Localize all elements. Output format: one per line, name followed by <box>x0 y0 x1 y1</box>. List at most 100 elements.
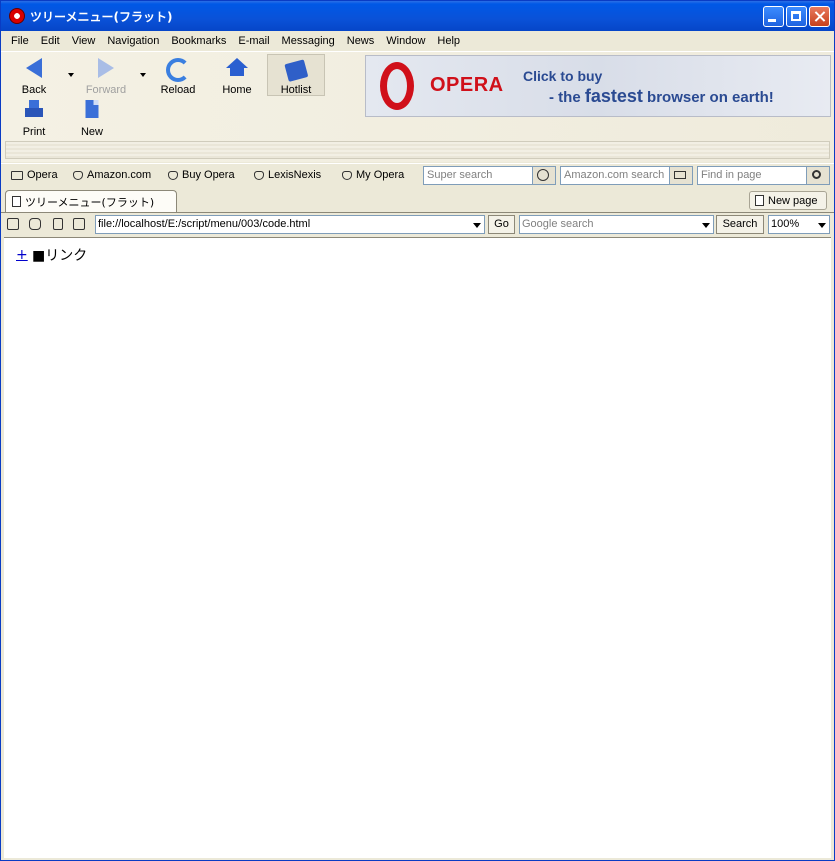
page-info-icon[interactable] <box>53 218 63 230</box>
back-label: Back <box>21 84 47 96</box>
menu-file[interactable]: File <box>1 35 35 47</box>
personal-bar-label: Opera <box>27 169 58 181</box>
bookmark-heart-icon <box>254 170 264 180</box>
reload-label: Reload <box>160 84 196 96</box>
google-search-placeholder: Google search <box>522 218 594 230</box>
url-input[interactable]: file://localhost/E:/script/menu/003/code… <box>95 215 485 234</box>
super-search-button[interactable] <box>532 167 555 184</box>
search-engine-dropdown[interactable] <box>698 216 713 233</box>
home-icon <box>226 58 248 76</box>
personal-bar-label: Amazon.com <box>87 169 152 181</box>
menu-view[interactable]: View <box>66 35 102 47</box>
home-button[interactable]: Home <box>212 54 262 96</box>
super-search-input[interactable]: Super search <box>423 166 556 185</box>
opera-app-icon <box>9 8 25 24</box>
maximize-button[interactable] <box>786 6 807 27</box>
menu-help[interactable]: Help <box>431 35 466 47</box>
new-page-icon <box>755 195 764 206</box>
toolbar-spacer-strip <box>5 141 830 159</box>
url-text: file://localhost/E:/script/menu/003/code… <box>98 218 311 230</box>
google-search-input[interactable]: Google search <box>519 215 714 234</box>
window-title: ツリーメニュー(フラット) <box>30 9 173 24</box>
amazon-search-placeholder: Amazon.com search <box>564 169 665 181</box>
new-button[interactable]: New <box>67 96 117 138</box>
reload-button[interactable]: Reload <box>153 54 203 96</box>
bookmark-heart-icon <box>168 170 178 180</box>
menu-navigation[interactable]: Navigation <box>101 35 165 47</box>
forward-label: Forward <box>85 84 127 96</box>
personal-bar-label: LexisNexis <box>268 169 322 181</box>
personal-bar-item-lexisnexis[interactable]: LexisNexis <box>254 169 321 181</box>
menu-bookmarks[interactable]: Bookmarks <box>165 35 232 47</box>
hotlist-icon <box>284 59 309 82</box>
bookmark-heart-icon <box>342 170 352 180</box>
back-history-dropdown-icon[interactable] <box>68 73 74 77</box>
search-button[interactable]: Search <box>716 215 764 234</box>
back-button[interactable]: Back <box>9 54 59 96</box>
browser-window: ツリーメニュー(フラット) File Edit View Navigation … <box>0 0 835 861</box>
banner-line2-post: browser on earth! <box>642 89 774 106</box>
banner-line2-bold: fastest <box>584 86 643 106</box>
banner-brand: OPERA <box>430 74 504 96</box>
personal-bar-label: My Opera <box>356 169 405 181</box>
personal-bar-item-my-opera[interactable]: My Opera <box>342 169 404 181</box>
home-label: Home <box>222 84 252 96</box>
menu-news[interactable]: News <box>341 35 381 47</box>
page-icon <box>12 196 21 207</box>
tree-item-label: ■リンク <box>32 248 88 264</box>
new-page-button[interactable]: New page <box>749 191 827 210</box>
zoom-select[interactable]: 100% <box>768 215 830 234</box>
security-lock-icon[interactable] <box>7 218 19 230</box>
shopping-cart-icon <box>674 171 686 179</box>
tree-expand-toggle[interactable]: + <box>16 247 32 263</box>
menu-window[interactable]: Window <box>380 35 431 47</box>
personal-bar: Opera Amazon.com Buy Opera LexisNexis My… <box>1 163 834 189</box>
back-arrow-icon <box>26 58 42 78</box>
address-bar: file://localhost/E:/script/menu/003/code… <box>1 212 834 237</box>
forward-history-dropdown-icon[interactable] <box>140 73 146 77</box>
title-bar: ツリーメニュー(フラット) <box>1 1 834 31</box>
bookmark-heart-icon <box>73 170 83 180</box>
personal-bar-item-opera[interactable]: Opera <box>11 169 58 181</box>
print-icon <box>25 100 43 118</box>
find-in-page-button[interactable] <box>806 167 829 184</box>
print-button[interactable]: Print <box>9 96 59 138</box>
close-button[interactable] <box>809 6 830 27</box>
tab-active-page[interactable]: ツリーメニュー(フラット) <box>5 190 177 212</box>
print-small-icon[interactable] <box>73 218 85 230</box>
opera-logo-icon <box>380 62 414 110</box>
folder-icon <box>11 170 23 180</box>
personal-bar-item-amazon[interactable]: Amazon.com <box>73 169 151 181</box>
amazon-search-input[interactable]: Amazon.com search <box>560 166 693 185</box>
minimize-button[interactable] <box>763 6 784 27</box>
forward-arrow-icon <box>98 58 114 78</box>
tab-bar: ツリーメニュー(フラット) New page <box>1 188 834 212</box>
menu-messaging[interactable]: Messaging <box>276 35 341 47</box>
new-label: New <box>80 126 103 138</box>
personal-bar-label: Buy Opera <box>182 169 235 181</box>
new-page-icon <box>85 100 99 118</box>
opera-ad-banner[interactable]: OPERA Click to buy - the fastest browser… <box>365 55 831 117</box>
find-in-page-placeholder: Find in page <box>701 169 762 181</box>
menu-email[interactable]: E-mail <box>232 35 275 47</box>
super-search-icon <box>537 169 549 181</box>
hotlist-button[interactable]: Hotlist <box>267 54 325 96</box>
menu-bar: File Edit View Navigation Bookmarks E-ma… <box>1 31 834 50</box>
camera-icon[interactable] <box>29 218 41 230</box>
find-in-page-input[interactable]: Find in page <box>697 166 830 185</box>
go-button[interactable]: Go <box>488 215 515 234</box>
url-history-dropdown[interactable] <box>469 216 484 233</box>
reload-icon <box>166 58 190 82</box>
amazon-search-button[interactable] <box>669 167 692 184</box>
menu-edit[interactable]: Edit <box>35 35 66 47</box>
forward-button[interactable]: Forward <box>81 54 131 96</box>
personal-bar-item-buy-opera[interactable]: Buy Opera <box>168 169 235 181</box>
banner-line1: Click to buy <box>523 68 603 84</box>
zoom-value: 100% <box>771 218 800 230</box>
zoom-dropdown[interactable] <box>814 216 829 233</box>
new-page-label: New page <box>768 194 818 207</box>
print-label: Print <box>22 126 46 138</box>
page-content: + ■リンク <box>4 237 831 858</box>
main-toolbar: Back Forward Reload Home Hotlist Print N… <box>1 51 834 162</box>
magnifier-icon <box>812 170 821 179</box>
